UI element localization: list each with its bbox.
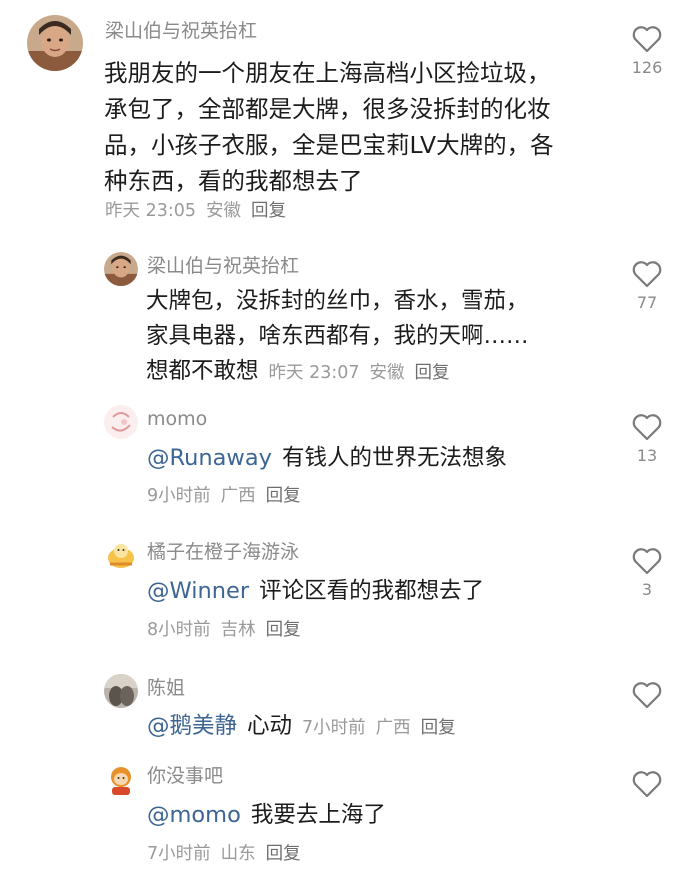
reply-button[interactable]: 回复 [266, 844, 301, 864]
like-button[interactable]: 3 [625, 546, 669, 598]
location: 广西 [220, 486, 256, 506]
comment-text-line: 品，小孩子衣服，全是巴宝莉LV大牌的，各 [104, 131, 554, 159]
mention-link[interactable]: @momo [147, 802, 241, 828]
comment-text-line: 大牌包，没拆封的丝巾，香水，雪茄， [146, 288, 529, 314]
heart-outline-icon [632, 771, 662, 798]
reply-button[interactable]: 回复 [251, 201, 286, 221]
like-button[interactable]: 77 [625, 259, 669, 311]
comment-text: 我朋友的一个朋友在上海高档小区捡垃圾， 承包了，全部都是大牌，很多没拆封的化妆 … [104, 55, 554, 199]
like-count: 77 [636, 293, 658, 312]
comment-body: 心动 [247, 713, 293, 739]
location: 山东 [220, 844, 256, 864]
like-button[interactable] [625, 680, 669, 710]
like-button[interactable] [625, 769, 669, 799]
reply-button[interactable]: 回复 [266, 486, 301, 506]
timestamp: 9小时前 [147, 486, 211, 506]
like-count: 126 [631, 58, 663, 77]
reply-button[interactable]: 回复 [421, 718, 456, 738]
comment-meta: 7小时前 广西 回复 [302, 718, 456, 738]
comment-text: @Winner 评论区看的我都想去了 [147, 574, 484, 609]
like-button[interactable]: 126 [625, 24, 669, 76]
comment-meta: 8小时前 吉林 回复 [147, 620, 301, 640]
heart-outline-icon [632, 682, 662, 709]
location: 广西 [375, 718, 411, 738]
avatar[interactable] [104, 674, 138, 708]
timestamp: 7小时前 [147, 844, 211, 864]
reply-button[interactable]: 回复 [266, 620, 301, 640]
like-count: 13 [636, 446, 658, 465]
mention-link[interactable]: @Runaway [147, 445, 272, 471]
comment-body: 我要去上海了 [250, 802, 386, 828]
avatar[interactable] [104, 405, 138, 439]
reply-button[interactable]: 回复 [415, 363, 450, 383]
avatar[interactable] [27, 15, 83, 71]
username[interactable]: momo [147, 410, 207, 429]
timestamp: 8小时前 [147, 620, 211, 640]
avatar[interactable] [104, 252, 138, 286]
comment-text-tail: 想都不敢想 [146, 358, 259, 384]
heart-outline-icon [632, 414, 662, 441]
timestamp: 昨天 23:07 [268, 363, 360, 383]
username[interactable]: 你没事吧 [147, 767, 223, 786]
like-button[interactable]: 13 [625, 412, 669, 464]
like-count: 3 [641, 580, 653, 599]
comment-text-line: 我朋友的一个朋友在上海高档小区捡垃圾， [104, 59, 551, 87]
timestamp: 7小时前 [302, 718, 366, 738]
comment-meta: 昨天 23:07 安徽 回复 [269, 363, 450, 383]
comment-text-line: 想都不敢想 昨天 23:07 安徽 回复 [146, 354, 529, 391]
comment-meta: 7小时前 山东 回复 [147, 844, 301, 864]
heart-outline-icon [632, 261, 662, 288]
username[interactable]: 陈姐 [147, 679, 185, 698]
comment-text: @momo 我要去上海了 [147, 798, 386, 833]
comment-text-line: 家具电器，啥东西都有，我的天啊…… [146, 323, 529, 349]
comment-text: @鹅美静 心动 7小时前 广西 回复 [147, 709, 456, 746]
location: 安徽 [206, 201, 241, 221]
timestamp: 昨天 23:05 [105, 201, 196, 221]
username[interactable]: 梁山伯与祝英抬杠 [105, 22, 257, 41]
comment-meta: 昨天 23:05 安徽 回复 [105, 201, 286, 221]
comment-text: @Runaway 有钱人的世界无法想象 [147, 441, 507, 476]
mention-link[interactable]: @Winner [147, 578, 249, 604]
mention-link[interactable]: @鹅美静 [147, 713, 237, 739]
avatar[interactable] [104, 763, 138, 797]
comment-text-line: 承包了，全部都是大牌，很多没拆封的化妆 [104, 95, 551, 123]
avatar[interactable] [104, 538, 138, 572]
location: 安徽 [369, 363, 405, 383]
heart-outline-icon [632, 26, 662, 53]
comment-text-line: 种东西，看的我都想去了 [104, 167, 363, 195]
heart-outline-icon [632, 548, 662, 575]
username[interactable]: 梁山伯与祝英抬杠 [147, 257, 299, 276]
username[interactable]: 橘子在橙子海游泳 [147, 543, 299, 562]
location: 吉林 [220, 620, 256, 640]
comment-meta: 9小时前 广西 回复 [147, 486, 301, 506]
comment-body: 评论区看的我都想去了 [259, 578, 485, 604]
comment-text: 大牌包，没拆封的丝巾，香水，雪茄， 家具电器，啥东西都有，我的天啊…… 想都不敢… [146, 284, 529, 391]
comment-body: 有钱人的世界无法想象 [281, 445, 507, 471]
